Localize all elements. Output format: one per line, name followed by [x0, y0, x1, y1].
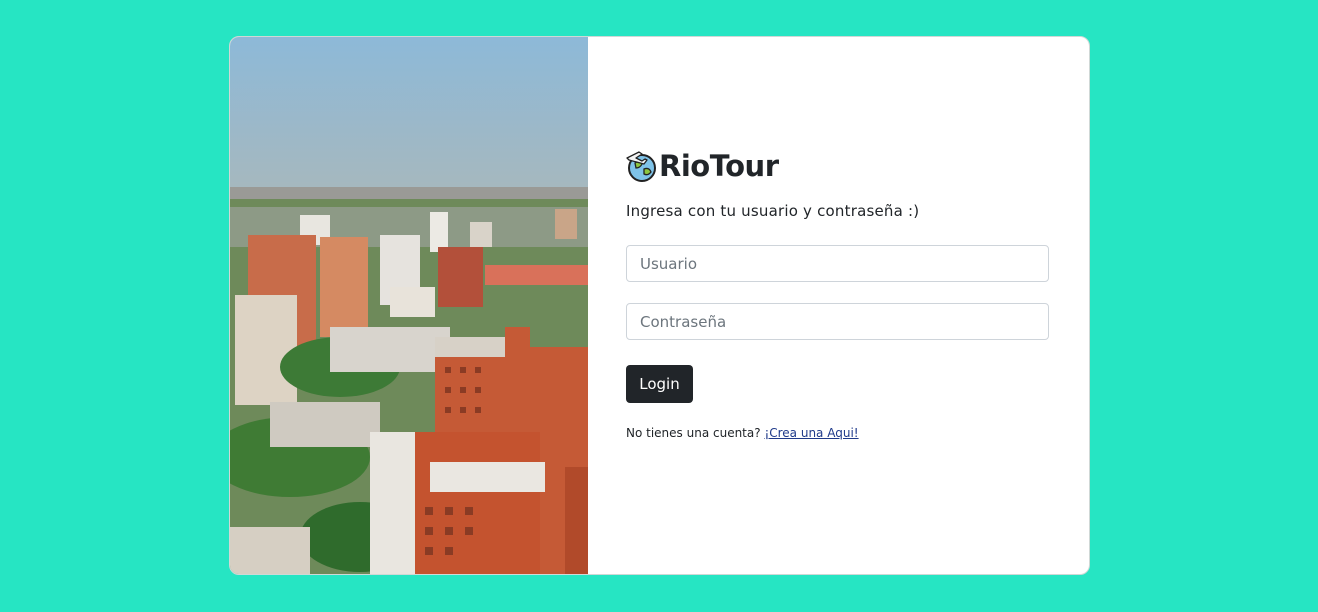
password-input[interactable]	[626, 303, 1049, 340]
login-subtitle: Ingresa con tu usuario y contraseña :)	[626, 202, 920, 220]
login-button[interactable]: Login	[626, 365, 693, 403]
brand-name: RioTour	[659, 149, 779, 183]
brand: RioTour	[625, 147, 779, 185]
signup-prompt: No tienes una cuenta? ¡Crea una Aqui!	[626, 426, 859, 440]
login-form-area: RioTour Ingresa con tu usuario y contras…	[588, 37, 1089, 574]
signup-link[interactable]: ¡Crea una Aqui!	[764, 426, 858, 440]
globe-airplane-icon	[626, 151, 656, 182]
username-input[interactable]	[626, 245, 1049, 282]
city-photo	[230, 37, 588, 574]
signup-prompt-text: No tienes una cuenta?	[626, 426, 761, 440]
login-card: RioTour Ingresa con tu usuario y contras…	[229, 36, 1090, 575]
